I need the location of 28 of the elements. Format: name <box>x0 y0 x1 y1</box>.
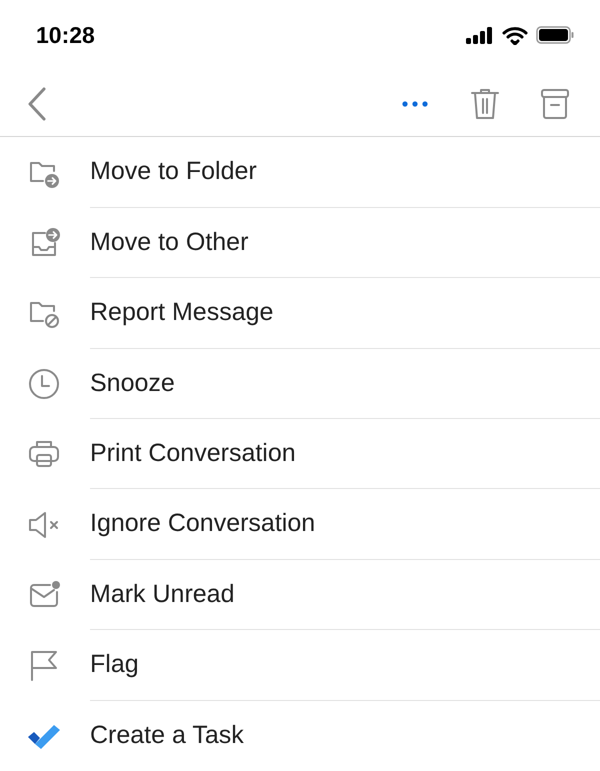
menu-item-label: Flag <box>90 649 139 680</box>
menu-item-label: Move to Folder <box>90 156 257 188</box>
menu-item[interactable]: Flag <box>0 630 600 701</box>
wifi-icon <box>502 26 528 45</box>
signal-icon <box>466 26 494 44</box>
battery-icon <box>536 26 574 44</box>
menu-item[interactable]: Create a Task <box>0 700 600 771</box>
menu-item[interactable]: Report Message <box>0 278 600 349</box>
back-icon <box>26 86 48 122</box>
menu-item-label: Snooze <box>90 368 175 399</box>
trash-icon <box>470 86 500 121</box>
menu-item-label: Mark Unread <box>90 578 234 610</box>
menu-item[interactable]: Ignore Conversation <box>0 489 600 560</box>
menu-item-label: Create a Task <box>90 720 244 752</box>
menu-item[interactable]: Print Conversation <box>0 419 600 490</box>
trash-button[interactable] <box>470 86 500 121</box>
menu-item-label: Report Message <box>90 297 274 328</box>
menu-item[interactable]: Move to Other <box>0 208 600 278</box>
archive-button[interactable] <box>540 88 570 120</box>
status-time: 10:28 <box>36 21 95 50</box>
menu-item-label: Print Conversation <box>90 438 296 469</box>
menu-item[interactable]: Snooze <box>0 348 600 420</box>
archive-icon <box>540 88 570 120</box>
more-icon <box>402 100 428 107</box>
menu-item[interactable]: Mark Unread <box>0 560 600 630</box>
menu-item-label: Move to Other <box>90 226 248 258</box>
menu-item[interactable]: Move to Folder <box>0 137 600 208</box>
menu-item-label: Ignore Conversation <box>90 508 316 540</box>
